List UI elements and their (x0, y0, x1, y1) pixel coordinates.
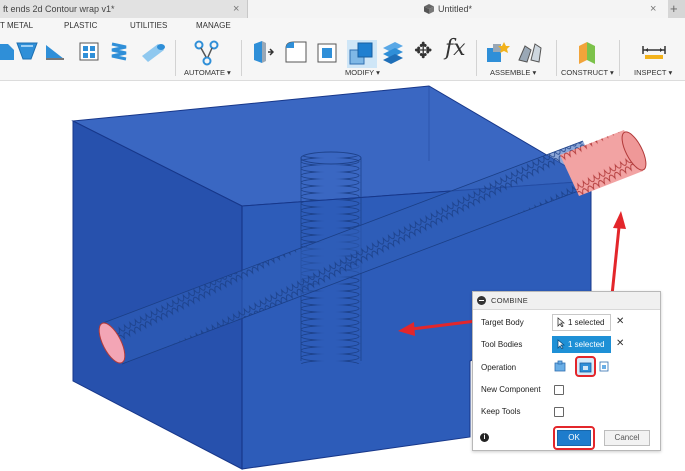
join-operation-icon[interactable] (554, 360, 566, 372)
toolbar-ribbon: T METAL PLASTIC UTILITIES MANAGE AUTOMAT… (0, 18, 685, 81)
spring-icon[interactable] (110, 40, 128, 62)
bend-icon[interactable] (16, 40, 38, 62)
automate-group-label[interactable]: AUTOMATE ▾ (184, 68, 231, 77)
cursor-arrow-icon (557, 339, 565, 349)
operation-label: Operation (481, 363, 517, 372)
clear-target-icon[interactable]: ✕ (616, 316, 624, 327)
document-cube-icon (424, 4, 434, 14)
parameters-icon[interactable]: fx (445, 36, 466, 61)
measure-icon[interactable] (641, 40, 667, 62)
document-tab-bar: ft ends 2d Contour wrap v1* × Untitled* … (0, 0, 685, 19)
document-tab-title: ft ends 2d Contour wrap v1* (3, 4, 115, 14)
ribbon-separator (476, 40, 477, 76)
document-tab-untitled[interactable]: Untitled* × (248, 0, 668, 18)
new-component-label: New Component (481, 385, 541, 394)
grid-icon[interactable] (79, 40, 99, 62)
ribbon-tab-plastic[interactable]: PLASTIC (64, 21, 97, 30)
keep-tools-label: Keep Tools (481, 407, 521, 416)
cut-operation-icon (579, 362, 592, 373)
press-pull-icon[interactable] (250, 40, 274, 64)
modify-group-label[interactable]: MODIFY ▾ (345, 68, 380, 77)
cut-operation-button[interactable] (575, 356, 596, 377)
ribbon-separator (175, 40, 176, 76)
automate-icon[interactable] (194, 40, 220, 66)
collapse-icon[interactable] (477, 296, 486, 305)
combine-dialog: COMBINE Target Body 1 selected ✕ Tool Bo… (472, 291, 661, 451)
target-body-selector[interactable]: 1 selected (552, 314, 611, 331)
new-tab-icon[interactable]: + (670, 0, 678, 18)
new-component-icon[interactable] (485, 40, 511, 64)
ribbon-separator (556, 40, 557, 76)
ribbon-separator (619, 40, 620, 76)
ok-highlight-box (553, 426, 595, 450)
cancel-button[interactable]: Cancel (604, 430, 650, 446)
flange-icon[interactable] (0, 40, 14, 62)
construct-group-label[interactable]: CONSTRUCT ▾ (561, 68, 614, 77)
plane-icon[interactable] (576, 40, 598, 64)
close-tab-icon[interactable]: × (233, 0, 239, 18)
cursor-arrow-icon (557, 317, 565, 327)
target-body-value: 1 selected (568, 318, 605, 327)
document-tab-contour-wrap[interactable]: ft ends 2d Contour wrap v1* × (0, 0, 248, 18)
intersect-operation-icon[interactable] (599, 360, 609, 372)
ribbon-tab-sheet-metal[interactable]: T METAL (0, 21, 33, 30)
info-icon[interactable]: i (480, 433, 489, 442)
new-component-checkbox[interactable] (554, 385, 564, 395)
move-icon[interactable]: ✥ (414, 38, 432, 64)
ribbon-tab-manage[interactable]: MANAGE (196, 21, 231, 30)
dialog-header: COMBINE (473, 292, 660, 310)
tool-bodies-value: 1 selected (568, 340, 605, 349)
target-body-label: Target Body (481, 318, 524, 327)
fillet-icon[interactable] (284, 40, 308, 64)
ribbon-tab-utilities[interactable]: UTILITIES (130, 21, 167, 30)
unfold-icon[interactable] (44, 40, 66, 62)
clear-tools-icon[interactable]: ✕ (616, 338, 624, 349)
shell-icon[interactable] (316, 40, 340, 64)
joint-icon[interactable] (517, 40, 543, 64)
tool-bodies-selector[interactable]: 1 selected (552, 336, 611, 353)
split-face-icon[interactable] (381, 40, 405, 64)
keep-tools-checkbox[interactable] (554, 407, 564, 417)
pipe-icon[interactable] (138, 40, 166, 62)
combine-icon[interactable] (347, 40, 377, 68)
tool-bodies-label: Tool Bodies (481, 340, 523, 349)
dialog-title: COMBINE (491, 296, 529, 305)
assemble-group-label[interactable]: ASSEMBLE ▾ (490, 68, 536, 77)
document-tab-title: Untitled* (438, 4, 473, 14)
inspect-group-label[interactable]: INSPECT ▾ (634, 68, 672, 77)
ribbon-separator (241, 40, 242, 76)
close-tab-icon[interactable]: × (650, 0, 656, 18)
